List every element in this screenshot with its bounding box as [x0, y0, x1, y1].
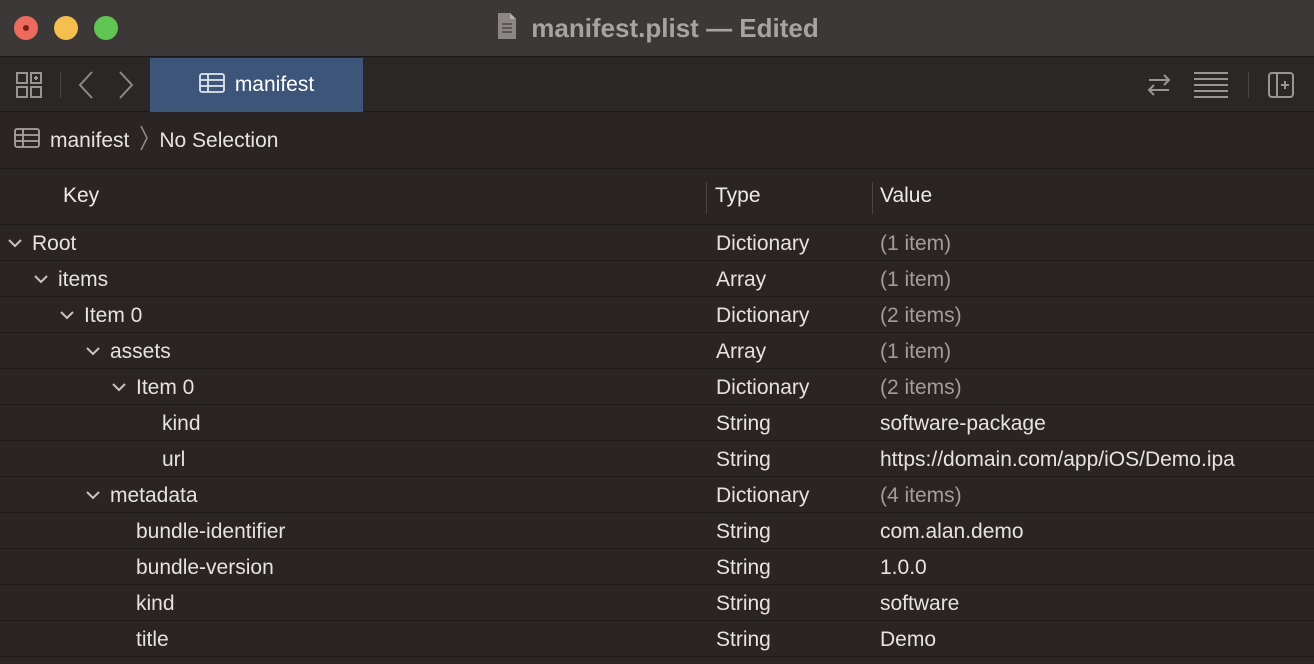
row-type[interactable]: String: [716, 556, 771, 580]
row-value[interactable]: Demo: [880, 628, 936, 652]
row-type[interactable]: String: [716, 592, 771, 616]
table-row[interactable]: bundle-version String 1.0.0: [0, 549, 1314, 585]
tab-manifest[interactable]: manifest: [150, 58, 363, 112]
chevron-left-icon[interactable]: [74, 70, 98, 100]
toolbar-divider: [60, 72, 61, 98]
row-key[interactable]: bundle-identifier: [136, 520, 285, 544]
table-row[interactable]: metadata Dictionary (4 items): [0, 477, 1314, 513]
row-value[interactable]: (1 item): [880, 232, 951, 256]
document-icon: [495, 12, 519, 45]
table-row[interactable]: kind String software: [0, 585, 1314, 621]
row-value[interactable]: com.alan.demo: [880, 520, 1024, 544]
window-title-area: manifest.plist — Edited: [0, 0, 1314, 57]
swap-arrows-icon[interactable]: [1144, 70, 1174, 100]
row-key[interactable]: url: [162, 448, 185, 472]
row-value[interactable]: (2 items): [880, 376, 962, 400]
table-row[interactable]: Item 0 Dictionary (2 items): [0, 297, 1314, 333]
plist-outline: Root Dictionary (1 item) items Array (1 item)…: [0, 225, 1314, 657]
column-divider[interactable]: [706, 182, 707, 214]
disclosure-chevron-down-icon[interactable]: [84, 342, 102, 360]
row-type[interactable]: Dictionary: [716, 304, 809, 328]
row-value[interactable]: (1 item): [880, 268, 951, 292]
table-icon: [198, 72, 225, 98]
row-type[interactable]: Dictionary: [716, 484, 809, 508]
row-key[interactable]: bundle-version: [136, 556, 274, 580]
table-row[interactable]: url String https://domain.com/app/iOS/Demo…: [0, 441, 1314, 477]
table-row[interactable]: kind String software-package: [0, 405, 1314, 441]
disclosure-chevron-down-icon[interactable]: [32, 270, 50, 288]
row-key[interactable]: kind: [136, 592, 175, 616]
row-key[interactable]: Root: [32, 232, 76, 256]
row-key[interactable]: assets: [110, 340, 171, 364]
table-row[interactable]: Root Dictionary (1 item): [0, 225, 1314, 261]
jump-bar-selection[interactable]: No Selection: [159, 129, 278, 153]
breadcrumb-chevron-icon: [139, 124, 149, 157]
related-items-icon[interactable]: [14, 70, 44, 100]
window-title: manifest.plist — Edited: [531, 13, 819, 43]
table-row[interactable]: Item 0 Dictionary (2 items): [0, 369, 1314, 405]
row-key[interactable]: Item 0: [84, 304, 142, 328]
list-lines-icon[interactable]: [1192, 70, 1230, 100]
disclosure-chevron-down-icon[interactable]: [110, 378, 128, 396]
row-value[interactable]: (4 items): [880, 484, 962, 508]
row-key[interactable]: metadata: [110, 484, 198, 508]
row-value[interactable]: https://domain.com/app/iOS/Demo.ipa: [880, 448, 1235, 472]
table-row[interactable]: items Array (1 item): [0, 261, 1314, 297]
row-key[interactable]: title: [136, 628, 169, 652]
disclosure-chevron-down-icon[interactable]: [6, 234, 24, 252]
table-row[interactable]: assets Array (1 item): [0, 333, 1314, 369]
row-type[interactable]: String: [716, 412, 771, 436]
row-type[interactable]: Dictionary: [716, 376, 809, 400]
row-value[interactable]: software: [880, 592, 959, 616]
toolbar-divider: [1248, 72, 1249, 98]
column-header-value[interactable]: Value: [880, 184, 932, 208]
column-divider[interactable]: [872, 182, 873, 214]
disclosure-chevron-down-icon[interactable]: [58, 306, 76, 324]
column-header-key[interactable]: Key: [63, 184, 99, 208]
row-key[interactable]: Item 0: [136, 376, 194, 400]
row-type[interactable]: String: [716, 520, 771, 544]
disclosure-chevron-down-icon[interactable]: [84, 486, 102, 504]
chevron-right-icon[interactable]: [114, 70, 138, 100]
title-bar: manifest.plist — Edited: [0, 0, 1314, 57]
row-type[interactable]: String: [716, 448, 771, 472]
row-value[interactable]: (2 items): [880, 304, 962, 328]
table-row[interactable]: bundle-identifier String com.alan.demo: [0, 513, 1314, 549]
editor-toolbar: manifest: [0, 58, 1314, 112]
row-key[interactable]: items: [58, 268, 108, 292]
tab-label: manifest: [234, 73, 315, 96]
row-type[interactable]: Array: [716, 268, 766, 292]
row-value[interactable]: 1.0.0: [880, 556, 927, 580]
row-key[interactable]: kind: [162, 412, 201, 436]
add-editor-icon[interactable]: [1266, 70, 1296, 100]
table-header: Key Type Value: [0, 170, 1314, 225]
row-type[interactable]: Dictionary: [716, 232, 809, 256]
jump-bar-file[interactable]: manifest: [50, 129, 129, 153]
row-type[interactable]: String: [716, 628, 771, 652]
row-type[interactable]: Array: [716, 340, 766, 364]
row-value[interactable]: (1 item): [880, 340, 951, 364]
table-row[interactable]: title String Demo: [0, 621, 1314, 657]
table-icon: [14, 128, 40, 153]
row-value[interactable]: software-package: [880, 412, 1046, 436]
column-header-type[interactable]: Type: [715, 184, 761, 208]
jump-bar: manifest No Selection: [0, 113, 1314, 169]
